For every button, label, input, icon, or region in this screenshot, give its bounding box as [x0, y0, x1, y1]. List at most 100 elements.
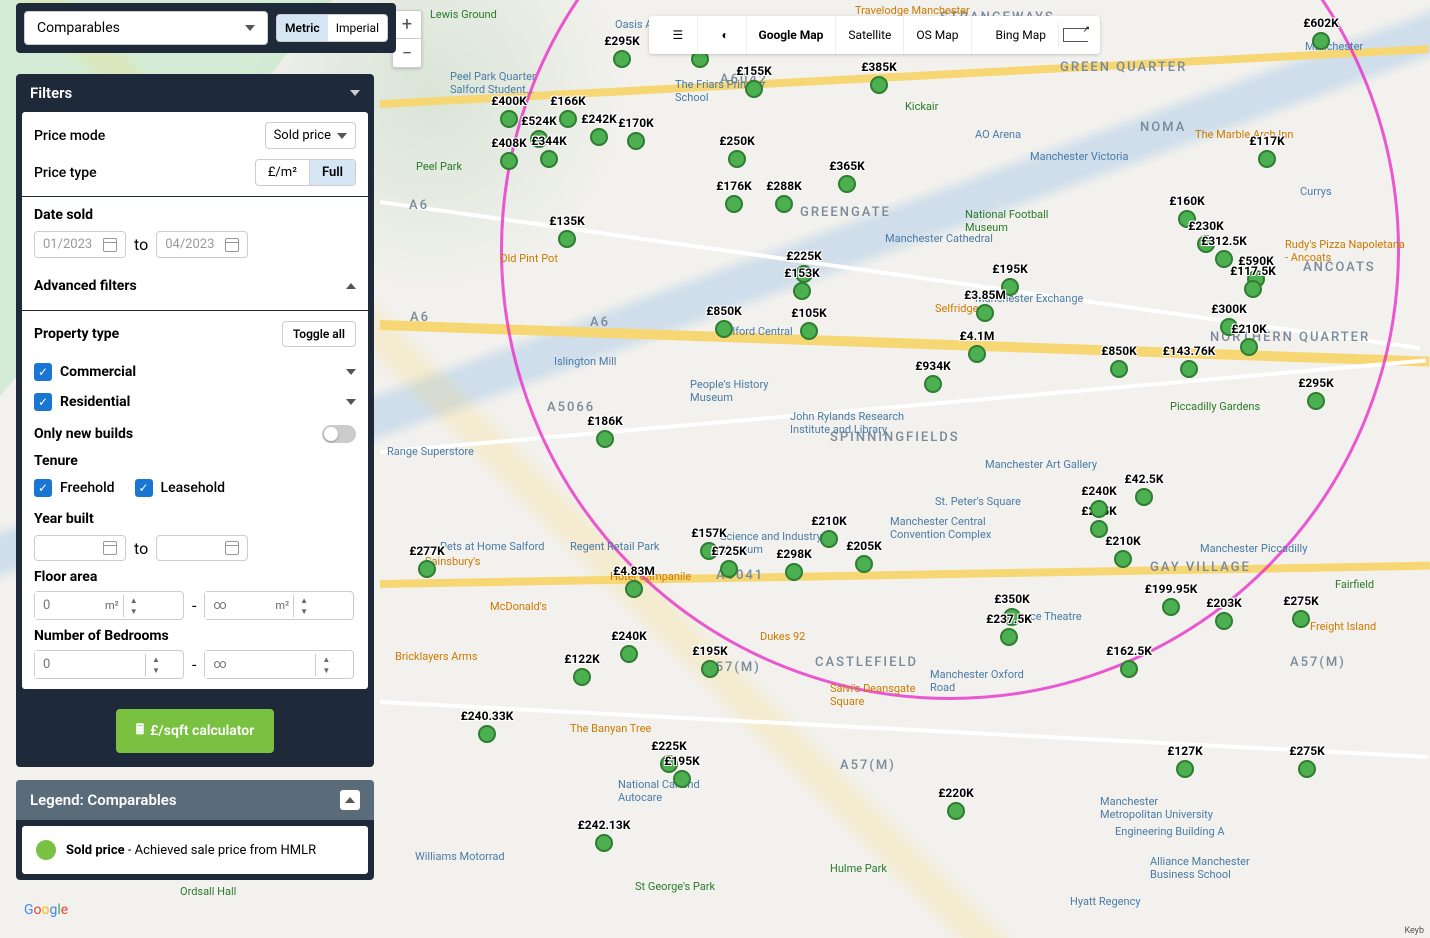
marker-dot-icon[interactable] [968, 345, 986, 363]
price-marker[interactable]: £3.85M [976, 304, 994, 322]
price-marker[interactable]: £220K [947, 802, 965, 820]
keyboard-shortcuts[interactable]: Keyb [1404, 926, 1424, 936]
price-marker[interactable]: £135K [558, 230, 576, 248]
mode-select[interactable]: Comparables [24, 11, 268, 45]
price-marker[interactable]: £240K [620, 645, 638, 663]
price-marker[interactable]: £195K [673, 770, 691, 788]
marker-dot-icon[interactable] [947, 802, 965, 820]
legend-header[interactable]: Legend: Comparables [16, 780, 374, 820]
marker-dot-icon[interactable] [559, 110, 577, 128]
marker-dot-icon[interactable] [620, 645, 638, 663]
price-mode-select[interactable]: Sold price [265, 122, 356, 149]
map-type-os[interactable]: OS Map [904, 16, 971, 54]
marker-dot-icon[interactable] [976, 304, 994, 322]
marker-dot-icon[interactable] [540, 150, 558, 168]
price-marker[interactable]: £127K [1176, 760, 1194, 778]
price-marker[interactable]: £210K [820, 530, 838, 548]
step-down-icon[interactable]: ▼ [146, 665, 166, 676]
price-marker[interactable]: £199.95K [1162, 598, 1180, 616]
price-marker[interactable]: £288K [775, 195, 793, 213]
chevron-down-icon[interactable] [346, 399, 356, 405]
marker-dot-icon[interactable] [725, 195, 743, 213]
zoom-in-button[interactable]: + [393, 11, 421, 39]
marker-dot-icon[interactable] [1110, 360, 1128, 378]
price-marker[interactable]: £205K [855, 555, 873, 573]
price-marker[interactable]: £105K [800, 322, 818, 340]
price-marker[interactable]: £240K [1090, 500, 1108, 518]
price-marker[interactable]: £277K [418, 560, 436, 578]
price-type-per-m2[interactable]: £/m² [256, 160, 310, 185]
bedrooms-from[interactable]: ▲▼ [34, 650, 184, 679]
marker-dot-icon[interactable] [800, 322, 818, 340]
marker-dot-icon[interactable] [595, 834, 613, 852]
chevron-down-icon[interactable] [346, 369, 356, 375]
step-up-icon[interactable]: ▲ [316, 654, 336, 665]
price-marker[interactable]: £295K [1307, 392, 1325, 410]
step-up-icon[interactable]: ▲ [146, 654, 166, 665]
unit-imperial[interactable]: Imperial [328, 15, 387, 41]
marker-dot-icon[interactable] [627, 132, 645, 150]
date-from-input[interactable]: 01/2023 [34, 231, 126, 258]
marker-dot-icon[interactable] [838, 175, 856, 193]
year-to-input[interactable] [156, 535, 248, 561]
step-up-icon[interactable]: ▲ [124, 595, 144, 606]
marker-dot-icon[interactable] [573, 668, 591, 686]
price-marker[interactable]: £4.83M [625, 580, 643, 598]
marker-dot-icon[interactable] [1090, 500, 1108, 518]
marker-dot-icon[interactable] [613, 50, 631, 68]
price-marker[interactable]: £4.1M [968, 345, 986, 363]
marker-dot-icon[interactable] [478, 725, 496, 743]
marker-dot-icon[interactable] [1215, 612, 1233, 630]
marker-dot-icon[interactable] [1312, 32, 1330, 50]
price-marker[interactable]: £42.5K [1135, 488, 1153, 506]
marker-dot-icon[interactable] [1176, 760, 1194, 778]
marker-dot-icon[interactable] [728, 150, 746, 168]
price-marker[interactable]: £170K [627, 132, 645, 150]
price-marker[interactable]: £122K [573, 668, 591, 686]
price-marker[interactable]: £385K [870, 76, 888, 94]
marker-dot-icon[interactable] [1120, 660, 1138, 678]
marker-dot-icon[interactable] [855, 555, 873, 573]
price-marker[interactable]: £186K [596, 430, 614, 448]
price-marker[interactable]: £295K [613, 50, 631, 68]
marker-dot-icon[interactable] [715, 320, 733, 338]
price-marker[interactable]: £365K [838, 175, 856, 193]
price-marker[interactable]: £344K [540, 150, 558, 168]
marker-dot-icon[interactable] [673, 770, 691, 788]
price-marker[interactable]: £275K [1298, 760, 1316, 778]
contrast-button[interactable] [698, 16, 747, 54]
residential-checkbox[interactable]: ✓ [34, 393, 52, 411]
zoom-out-button[interactable]: − [393, 39, 421, 67]
marker-dot-icon[interactable] [418, 560, 436, 578]
price-marker[interactable]: £195K [701, 660, 719, 678]
leasehold-checkbox[interactable]: ✓ [135, 479, 153, 497]
marker-dot-icon[interactable] [1240, 338, 1258, 356]
floor-area-from[interactable]: m² ▲▼ [34, 591, 184, 620]
freehold-checkbox[interactable]: ✓ [34, 479, 52, 497]
marker-dot-icon[interactable] [625, 580, 643, 598]
marker-dot-icon[interactable] [1292, 610, 1310, 628]
price-marker[interactable]: £242.13K [595, 834, 613, 852]
marker-dot-icon[interactable] [720, 560, 738, 578]
year-from-input[interactable] [34, 535, 126, 561]
date-to-input[interactable]: 04/2023 [156, 231, 248, 258]
price-marker[interactable]: £210K [1114, 550, 1132, 568]
marker-dot-icon[interactable] [701, 660, 719, 678]
step-down-icon[interactable]: ▼ [124, 606, 144, 617]
marker-dot-icon[interactable] [820, 530, 838, 548]
price-type-full[interactable]: Full [310, 160, 355, 185]
toggle-all-button[interactable]: Toggle all [282, 321, 356, 347]
marker-dot-icon[interactable] [590, 128, 608, 146]
marker-dot-icon[interactable] [500, 110, 518, 128]
price-marker[interactable]: £117K [1258, 150, 1276, 168]
price-marker[interactable]: £203K [1215, 612, 1233, 630]
marker-dot-icon[interactable] [1258, 150, 1276, 168]
marker-dot-icon[interactable] [924, 375, 942, 393]
calculator-button[interactable]: 🖩 £/sqft calculator [116, 709, 275, 753]
collapse-icon[interactable] [340, 790, 360, 810]
price-marker[interactable]: £166K [559, 110, 577, 128]
commercial-checkbox[interactable]: ✓ [34, 363, 52, 381]
map-type-satellite[interactable]: Satellite [836, 16, 904, 54]
marker-dot-icon[interactable] [785, 563, 803, 581]
price-marker[interactable]: £934K [924, 375, 942, 393]
